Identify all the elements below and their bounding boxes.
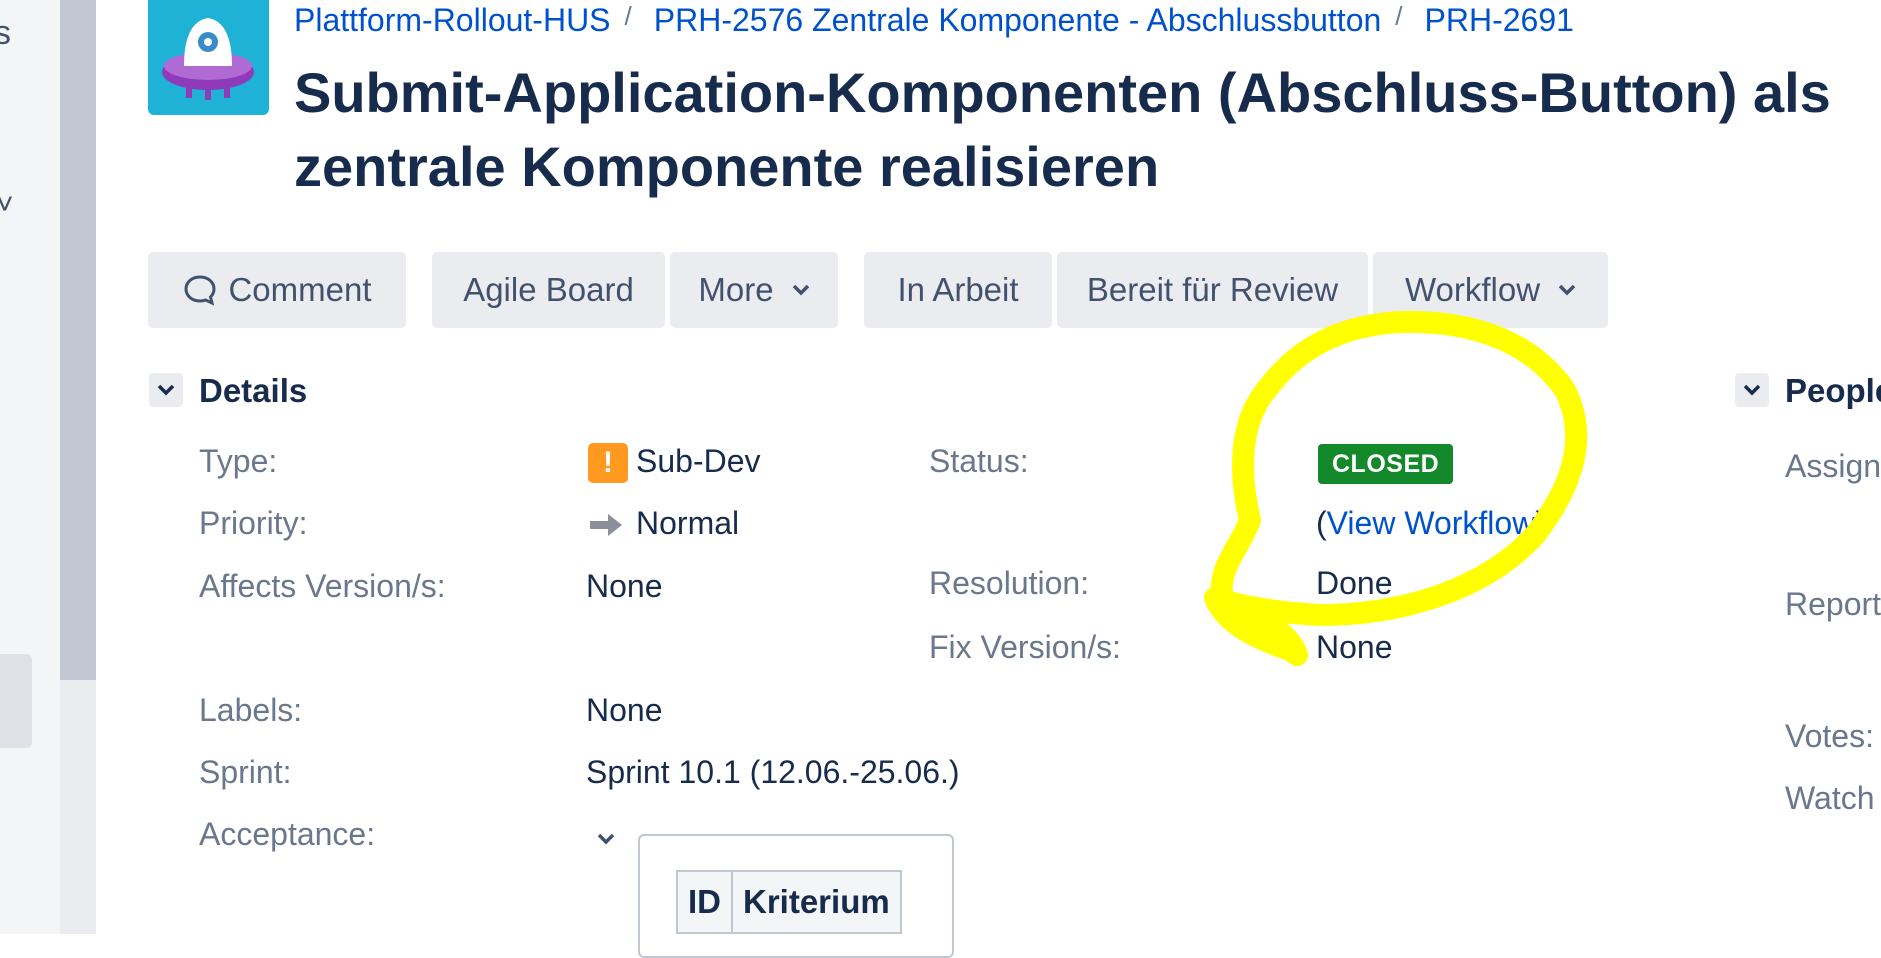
chevron-down-icon bbox=[1558, 284, 1576, 296]
bereit-fuer-review-button[interactable]: Bereit für Review bbox=[1057, 252, 1368, 328]
affects-version-value: None bbox=[586, 568, 663, 604]
agile-board-button-label: Agile Board bbox=[463, 271, 634, 308]
sub-dev-type-icon: ! bbox=[588, 443, 628, 483]
sprint-link[interactable]: Sprint 10.1 (12.06.-25.06.) bbox=[586, 754, 960, 790]
sidebar-item-label[interactable]: s bbox=[0, 14, 11, 53]
affects-version-label: Affects Version/s: bbox=[199, 568, 446, 604]
comment-button-label: Comment bbox=[228, 271, 372, 308]
acceptance-label: Acceptance: bbox=[199, 816, 376, 852]
arrow-right-icon bbox=[588, 512, 624, 543]
in-arbeit-button[interactable]: In Arbeit bbox=[864, 252, 1052, 328]
details-collapse-toggle[interactable] bbox=[149, 373, 183, 407]
sprint-label: Sprint: bbox=[199, 754, 292, 790]
labels-value: None bbox=[586, 692, 663, 728]
sidebar-scrollbar-thumb[interactable] bbox=[60, 0, 96, 680]
project-ufo-icon bbox=[162, 18, 254, 100]
sidebar-chevron-icon[interactable]: ˅ bbox=[0, 188, 14, 222]
status-badge: CLOSED bbox=[1318, 444, 1454, 484]
more-button[interactable]: More bbox=[670, 252, 838, 328]
watchers-label: Watch bbox=[1785, 780, 1875, 816]
labels-label: Labels: bbox=[199, 692, 303, 728]
status-label: Status: bbox=[929, 443, 1029, 479]
type-value: Sub-Dev bbox=[636, 443, 761, 479]
view-workflow: (View Workflow) bbox=[1316, 505, 1546, 542]
bereit-fuer-review-button-label: Bereit für Review bbox=[1086, 271, 1339, 308]
chevron-down-icon bbox=[1743, 384, 1761, 396]
priority-label: Priority: bbox=[199, 505, 308, 541]
acceptance-expand-chevron-icon[interactable] bbox=[596, 832, 616, 851]
sidebar-active-item[interactable] bbox=[0, 654, 32, 748]
agile-board-button[interactable]: Agile Board bbox=[432, 252, 665, 328]
sidebar-scrollbar-track[interactable] bbox=[60, 680, 96, 934]
breadcrumb-separator: / bbox=[1395, 1, 1403, 31]
reporter-label: Report bbox=[1785, 586, 1881, 622]
fix-version-value: None bbox=[1316, 629, 1393, 665]
sprint-value[interactable]: Sprint 10.1 (12.06.-25.06.) bbox=[586, 754, 960, 791]
view-workflow-link[interactable]: View Workflow bbox=[1327, 505, 1536, 541]
workflow-button-label: Workflow bbox=[1404, 271, 1541, 308]
resolution-value: Done bbox=[1316, 565, 1393, 601]
comment-icon bbox=[182, 272, 218, 308]
breadcrumb: Plattform-Rollout-HUS / PRH-2576 Zentrale … bbox=[294, 1, 1574, 39]
acceptance-table-header-kriterium: Kriterium bbox=[731, 870, 902, 934]
more-button-label: More bbox=[698, 271, 774, 308]
chevron-down-icon bbox=[792, 284, 810, 296]
fix-version-label: Fix Version/s: bbox=[929, 629, 1122, 665]
paren-open: ( bbox=[1316, 505, 1327, 541]
breadcrumb-separator: / bbox=[624, 1, 632, 31]
acceptance-table-header-id: ID bbox=[676, 870, 733, 934]
type-label: Type: bbox=[199, 443, 278, 479]
people-collapse-toggle[interactable] bbox=[1735, 373, 1769, 407]
workflow-button[interactable]: Workflow bbox=[1373, 252, 1608, 328]
chevron-down-icon bbox=[157, 384, 175, 396]
breadcrumb-parent-link[interactable]: PRH-2576 Zentrale Komponente - Abschluss… bbox=[654, 2, 1382, 38]
sidebar: s ˅ bbox=[0, 0, 60, 934]
priority-value: Normal bbox=[636, 505, 740, 541]
in-arbeit-button-label: In Arbeit bbox=[897, 271, 1019, 308]
votes-label: Votes: bbox=[1785, 718, 1874, 754]
project-avatar[interactable] bbox=[148, 0, 269, 115]
resolution-label: Resolution: bbox=[929, 565, 1090, 601]
details-section-title: Details bbox=[199, 372, 308, 409]
page-title[interactable]: Submit-Application-Komponenten (Abschlus… bbox=[294, 56, 1874, 204]
comment-button[interactable]: Comment bbox=[148, 252, 406, 328]
paren-close: ) bbox=[1535, 505, 1546, 541]
breadcrumb-issue-link[interactable]: PRH-2691 bbox=[1425, 2, 1574, 38]
assignee-label: Assign bbox=[1785, 448, 1881, 484]
breadcrumb-project-link[interactable]: Plattform-Rollout-HUS bbox=[294, 2, 611, 38]
people-section-title: People bbox=[1785, 372, 1881, 409]
acceptance-table: ID Kriterium bbox=[676, 870, 902, 934]
